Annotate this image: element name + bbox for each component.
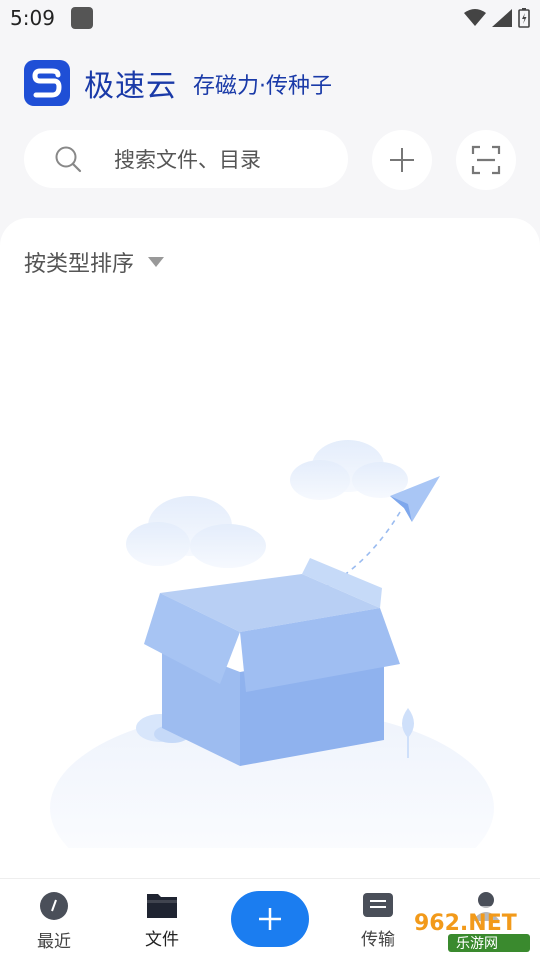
caret-down-icon bbox=[148, 257, 165, 267]
upload-fab-button[interactable] bbox=[231, 891, 309, 947]
empty-box-illustration bbox=[50, 440, 494, 848]
watermark-bottom-text: 乐游网 bbox=[456, 936, 498, 952]
search-placeholder: 搜索文件、目录 bbox=[114, 148, 261, 172]
signal-icon bbox=[492, 9, 512, 27]
transfer-icon bbox=[363, 893, 393, 917]
sort-label: 按类型排序 bbox=[24, 252, 135, 277]
nav-transfer-label: 传输 bbox=[361, 930, 395, 950]
nav-files[interactable]: 文件 bbox=[122, 891, 202, 950]
app-name: 极速云 bbox=[84, 69, 177, 104]
plus-icon bbox=[259, 908, 281, 930]
app-header: 极速云 存磁力·传种子 bbox=[24, 60, 332, 106]
site-watermark-logo: 962.NET 乐游网 bbox=[406, 906, 532, 954]
battery-icon bbox=[518, 8, 530, 28]
app-logo bbox=[24, 60, 70, 106]
status-icons bbox=[464, 8, 530, 28]
wifi-icon bbox=[464, 9, 486, 26]
scan-icon bbox=[471, 145, 501, 175]
file-list-panel: 按类型排序 bbox=[0, 218, 540, 878]
scan-button[interactable] bbox=[456, 130, 516, 190]
status-bar: 5:09 bbox=[0, 0, 540, 36]
recent-icon bbox=[40, 892, 68, 920]
nav-files-label: 文件 bbox=[145, 930, 179, 950]
folder-icon bbox=[147, 894, 177, 918]
watermark-top-text: 962.NET bbox=[414, 911, 517, 936]
nav-recent[interactable]: 最近 bbox=[14, 891, 94, 952]
search-icon bbox=[55, 146, 82, 173]
app-slogan: 存磁力·传种子 bbox=[193, 74, 332, 99]
plus-icon bbox=[390, 148, 414, 172]
sort-dropdown[interactable]: 按类型排序 bbox=[24, 246, 165, 278]
status-time: 5:09 bbox=[10, 6, 55, 30]
logo-s-icon bbox=[32, 68, 62, 98]
nav-recent-label: 最近 bbox=[37, 932, 71, 952]
add-button[interactable] bbox=[372, 130, 432, 190]
bottom-nav: 最近 文件 传输 962.NET 乐游网 bbox=[0, 878, 540, 960]
notification-icon bbox=[70, 7, 93, 29]
search-input[interactable]: 搜索文件、目录 bbox=[24, 130, 348, 188]
